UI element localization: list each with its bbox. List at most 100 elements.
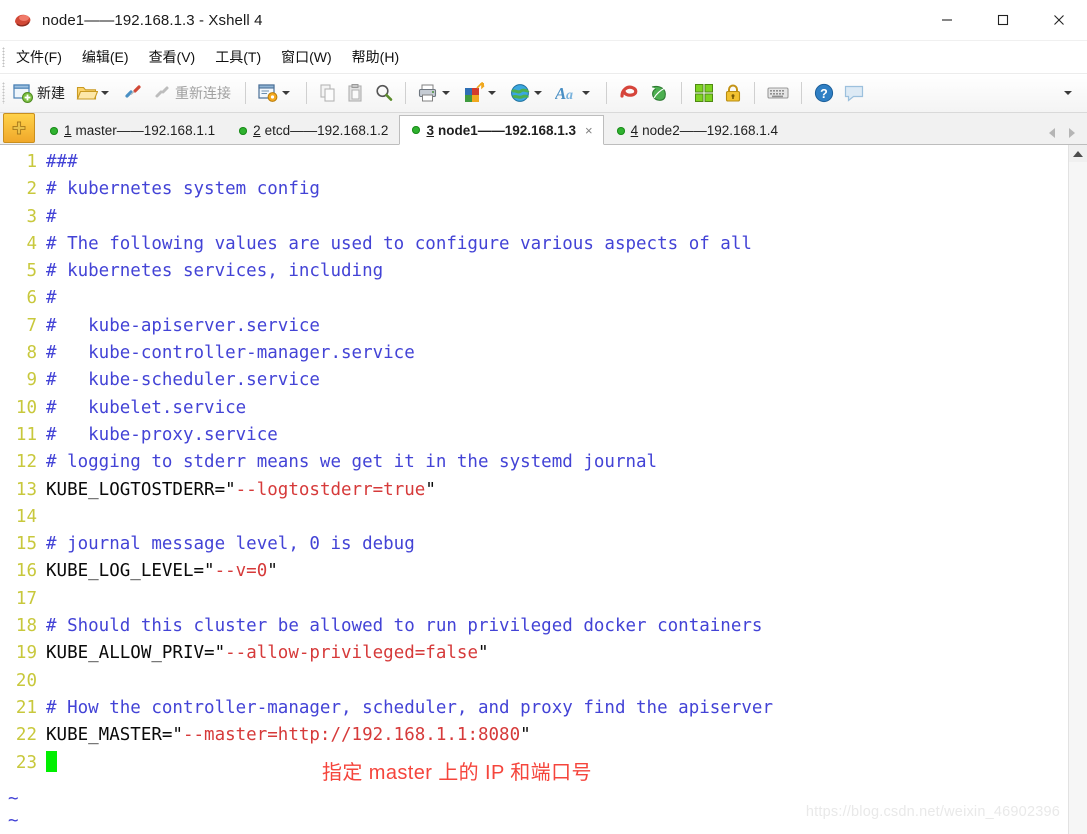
code-token-comment: # kube-scheduler.service [46, 370, 320, 391]
xshell-window: node1——192.168.1.3 - Xshell 4 文件(F) 编辑(E… [0, 0, 1087, 834]
copy-button[interactable] [314, 77, 342, 109]
menu-window[interactable]: 窗口(W) [271, 44, 342, 70]
line-content: # How the controller-manager, scheduler,… [46, 695, 1068, 722]
line-content: KUBE_LOGTOSTDERR="--logtostderr=true" [46, 477, 1068, 504]
open-folder-button[interactable] [72, 77, 118, 109]
code-token-plain: " [267, 561, 278, 582]
line-content: # [46, 285, 1068, 312]
terminal-line: 17 [0, 586, 1068, 613]
properties-window-icon [258, 84, 278, 102]
line-content: # journal message level, 0 is debug [46, 531, 1068, 558]
scrollbar-track[interactable] [1069, 162, 1087, 834]
code-token-plain: KUBE_ALLOW_PRIV=" [46, 643, 226, 664]
arrange-windows-button[interactable] [689, 77, 719, 109]
new-session-button[interactable]: 新建 [8, 77, 72, 109]
terminal-line: 19 KUBE_ALLOW_PRIV="--allow-privileged=fa… [0, 640, 1068, 667]
window-controls [919, 0, 1087, 40]
globe-icon [511, 84, 530, 102]
line-number: 14 [15, 506, 37, 527]
line-content: KUBE_ALLOW_PRIV="--allow-privileged=fals… [46, 640, 1068, 667]
help-icon: ? [814, 83, 834, 103]
line-number: 4 [26, 233, 37, 254]
tab-session-4[interactable]: 4 node2——192.168.1.4 [603, 116, 790, 144]
session-properties-button[interactable] [253, 77, 299, 109]
disconnect-button[interactable] [118, 77, 148, 109]
help-button[interactable]: ? [809, 77, 839, 109]
open-web-dropdown-caret[interactable] [534, 91, 542, 95]
vertical-scrollbar[interactable] [1068, 145, 1087, 834]
code-token-comment: ### [46, 152, 78, 172]
terminal-line: 7 # kube-apiserver.service [0, 313, 1068, 340]
xshell-logo-icon [15, 14, 31, 27]
scroll-up-button[interactable] [1069, 145, 1087, 162]
terminal-line: 18 # Should this cluster be allowed to ru… [0, 613, 1068, 640]
line-content: # [46, 204, 1068, 231]
svg-text:?: ? [820, 87, 828, 101]
code-token-string: --logtostderr=true [235, 479, 426, 500]
code-token-plain: " [520, 725, 531, 746]
tab-scroll-left-icon[interactable] [1049, 128, 1055, 138]
terminal-screen[interactable]: 1 ### 2 # kubernetes system config 3 #4 # The … [0, 145, 1068, 834]
toolbar-overflow-button[interactable] [1061, 91, 1077, 95]
terminal-line: 15 # journal message level, 0 is debug [0, 531, 1068, 558]
font-settings-button[interactable]: A a [551, 77, 599, 109]
tab-close-button[interactable]: × [585, 124, 593, 137]
open-folder-dropdown-caret[interactable] [101, 91, 109, 95]
terminal-line: 4 # The following values are used to conf… [0, 231, 1068, 258]
menu-file[interactable]: 文件(F) [6, 44, 72, 70]
menu-view[interactable]: 查看(V) [139, 44, 206, 70]
print-button[interactable] [413, 77, 459, 109]
font-settings-dropdown-caret[interactable] [582, 91, 590, 95]
open-folder-icon [76, 86, 98, 100]
code-token-comment: # kubernetes services, including [46, 261, 384, 282]
print-dropdown-caret[interactable] [442, 91, 450, 95]
paste-button[interactable] [342, 77, 370, 109]
toolbar-overflow-caret [1064, 91, 1072, 95]
line-number: 21 [15, 697, 37, 718]
session-properties-dropdown-caret[interactable] [282, 91, 290, 95]
menu-edit[interactable]: 编辑(E) [72, 44, 139, 70]
code-token-comment: # [46, 206, 57, 227]
code-token-plain: " [425, 479, 436, 500]
terminal-line: 3 # [0, 204, 1068, 231]
maximize-button[interactable] [975, 0, 1031, 40]
open-web-button[interactable] [505, 77, 551, 109]
tab-status-dot [616, 126, 625, 135]
new-tab-button[interactable] [3, 113, 35, 143]
code-token-plain: KUBE_LOG_LEVEL=" [46, 561, 215, 582]
terminal-line: 12 # logging to stderr means we get it in… [0, 449, 1068, 476]
transfer-file-dropdown-caret[interactable] [488, 91, 496, 95]
line-number: 2 [26, 179, 37, 200]
terminal-cursor [46, 750, 57, 772]
reconnect-button[interactable]: 重新连接 [148, 77, 238, 109]
close-button[interactable] [1031, 0, 1087, 40]
stop-log-button[interactable] [644, 77, 674, 109]
lock-session-button[interactable] [719, 77, 747, 109]
start-log-button[interactable] [614, 77, 644, 109]
tab-session-3[interactable]: 3 node1——192.168.1.3 × [399, 115, 604, 145]
line-number: 11 [15, 424, 37, 445]
tab-index: 1 [64, 123, 72, 138]
code-token-comment: # kube-proxy.service [46, 424, 278, 445]
find-button[interactable] [370, 77, 398, 109]
tab-scroll-right-icon[interactable] [1069, 128, 1075, 138]
terminal-area: 1 ### 2 # kubernetes system config 3 #4 # The … [0, 145, 1087, 834]
line-content: # kubelet.service [46, 395, 1068, 422]
red-swirl-icon [620, 85, 638, 98]
feedback-button[interactable] [839, 77, 869, 109]
terminal-line: 14 [0, 504, 1068, 531]
tile-windows-icon [695, 84, 713, 102]
tab-session-2[interactable]: 2 etcd——192.168.1.2 [226, 116, 400, 144]
minimize-button[interactable] [919, 0, 975, 40]
terminal-line: 8 # kube-controller-manager.service [0, 340, 1068, 367]
menu-tools[interactable]: 工具(T) [205, 44, 271, 70]
compose-bar-button[interactable] [762, 77, 794, 109]
toolbar-separator-2 [306, 82, 307, 104]
tab-session-1[interactable]: 1 master——192.168.1.1 [37, 116, 227, 144]
line-number: 16 [15, 561, 37, 582]
tab-label: node2——192.168.1.4 [642, 123, 779, 138]
code-token-plain: " [478, 643, 489, 664]
line-content: KUBE_MASTER="--master=http://192.168.1.1… [46, 722, 1068, 749]
menu-help[interactable]: 帮助(H) [342, 44, 409, 70]
transfer-file-button[interactable] [459, 77, 505, 109]
